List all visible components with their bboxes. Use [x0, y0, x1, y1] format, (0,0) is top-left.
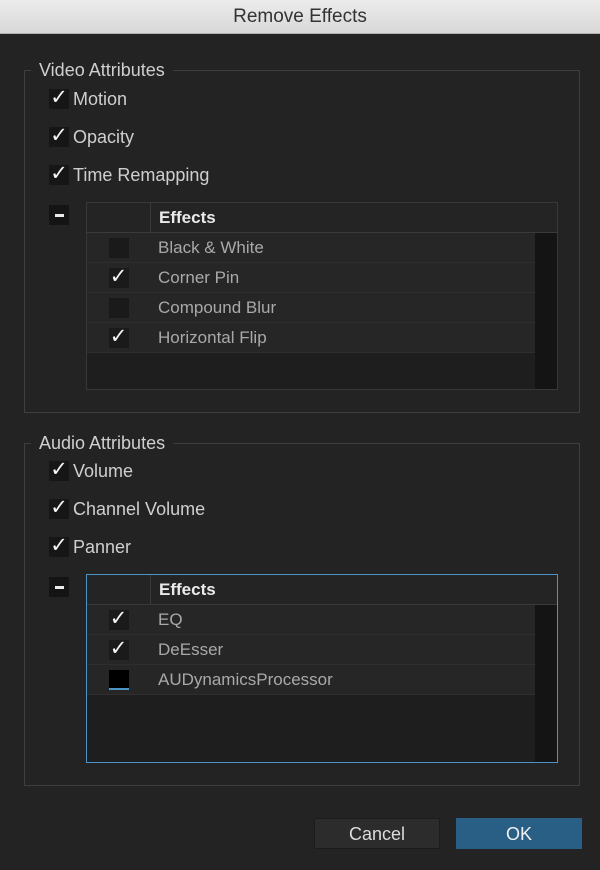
table-row[interactable]: ✓ EQ: [87, 605, 535, 635]
audio-effects-header-row: Effects: [87, 575, 557, 605]
video-attributes-title: Video Attributes: [31, 57, 173, 83]
check-icon: ✓: [50, 457, 68, 481]
corner-pin-label: Corner Pin: [158, 267, 240, 287]
deesser-label: DeEsser: [158, 639, 224, 659]
video-effects-table: Effects Black & White ✓ Corner Pin Compo…: [86, 202, 558, 390]
time-remapping-checkbox-row[interactable]: ✓ Time Remapping: [49, 161, 210, 187]
audio-attributes-title: Audio Attributes: [31, 430, 174, 456]
check-icon: ✓: [50, 85, 68, 109]
table-row[interactable]: ✓ Corner Pin: [87, 263, 535, 293]
audio-effects-scrollbar[interactable]: [535, 605, 557, 762]
channel-volume-checkbox[interactable]: ✓: [49, 495, 69, 519]
table-row[interactable]: AUDynamicsProcessor: [87, 665, 535, 695]
motion-checkbox-row[interactable]: ✓ Motion: [49, 85, 128, 111]
audio-effects-table: Effects ✓ EQ ✓ DeEsser AUDynamicsProcess…: [86, 574, 558, 763]
video-effects-header: Effects: [159, 208, 216, 227]
black-white-checkbox[interactable]: [108, 237, 129, 258]
motion-label: Motion: [73, 88, 128, 109]
time-remapping-label: Time Remapping: [73, 164, 210, 185]
volume-checkbox-row[interactable]: ✓ Volume: [49, 457, 134, 483]
eq-checkbox[interactable]: ✓: [108, 606, 129, 630]
panner-checkbox-row[interactable]: ✓ Panner: [49, 533, 132, 559]
check-icon: ✓: [50, 533, 68, 557]
check-icon: ✓: [50, 123, 68, 147]
opacity-label: Opacity: [73, 126, 135, 147]
check-icon: ✓: [109, 635, 128, 660]
time-remapping-checkbox[interactable]: ✓: [49, 161, 69, 185]
table-row[interactable]: Compound Blur: [87, 293, 535, 323]
audio-effects-mixed-checkbox[interactable]: [49, 577, 69, 597]
compound-blur-checkbox[interactable]: [108, 297, 129, 318]
motion-checkbox[interactable]: ✓: [49, 85, 69, 109]
video-effects-mixed-checkbox[interactable]: [49, 205, 69, 225]
check-icon: ✓: [109, 263, 128, 288]
corner-pin-checkbox[interactable]: ✓: [108, 264, 129, 288]
video-effects-scrollbar[interactable]: [535, 233, 557, 389]
deesser-checkbox[interactable]: ✓: [108, 636, 129, 660]
check-icon: ✓: [109, 323, 128, 348]
black-white-label: Black & White: [158, 237, 264, 257]
video-effects-header-row: Effects: [87, 203, 557, 233]
table-row[interactable]: ✓ Horizontal Flip: [87, 323, 535, 353]
table-row[interactable]: ✓ DeEsser: [87, 635, 535, 665]
opacity-checkbox[interactable]: ✓: [49, 123, 69, 147]
audynamicsprocessor-label: AUDynamicsProcessor: [158, 669, 333, 689]
video-attributes-group: Video Attributes ✓ Motion ✓ Opacity ✓ Ti…: [24, 57, 580, 413]
volume-label: Volume: [73, 460, 134, 481]
ok-button[interactable]: OK: [456, 818, 582, 849]
horizontal-flip-checkbox[interactable]: ✓: [108, 324, 129, 348]
panner-checkbox[interactable]: ✓: [49, 533, 69, 557]
horizontal-flip-label: Horizontal Flip: [158, 327, 267, 347]
audio-effects-header: Effects: [159, 580, 216, 599]
channel-volume-label: Channel Volume: [73, 498, 206, 519]
volume-checkbox[interactable]: ✓: [49, 457, 69, 481]
window-title: Remove Effects: [0, 0, 600, 34]
check-icon: ✓: [50, 161, 68, 185]
opacity-checkbox-row[interactable]: ✓ Opacity: [49, 123, 135, 149]
eq-label: EQ: [158, 609, 183, 629]
cancel-button[interactable]: Cancel: [314, 818, 440, 849]
panner-label: Panner: [73, 536, 132, 557]
compound-blur-label: Compound Blur: [158, 297, 277, 317]
audynamicsprocessor-checkbox[interactable]: [108, 669, 129, 690]
channel-volume-checkbox-row[interactable]: ✓ Channel Volume: [49, 495, 206, 521]
audio-attributes-group: Audio Attributes ✓ Volume ✓ Channel Volu…: [24, 430, 580, 786]
check-icon: ✓: [109, 605, 128, 630]
table-row[interactable]: Black & White: [87, 233, 535, 263]
check-icon: ✓: [50, 495, 68, 519]
